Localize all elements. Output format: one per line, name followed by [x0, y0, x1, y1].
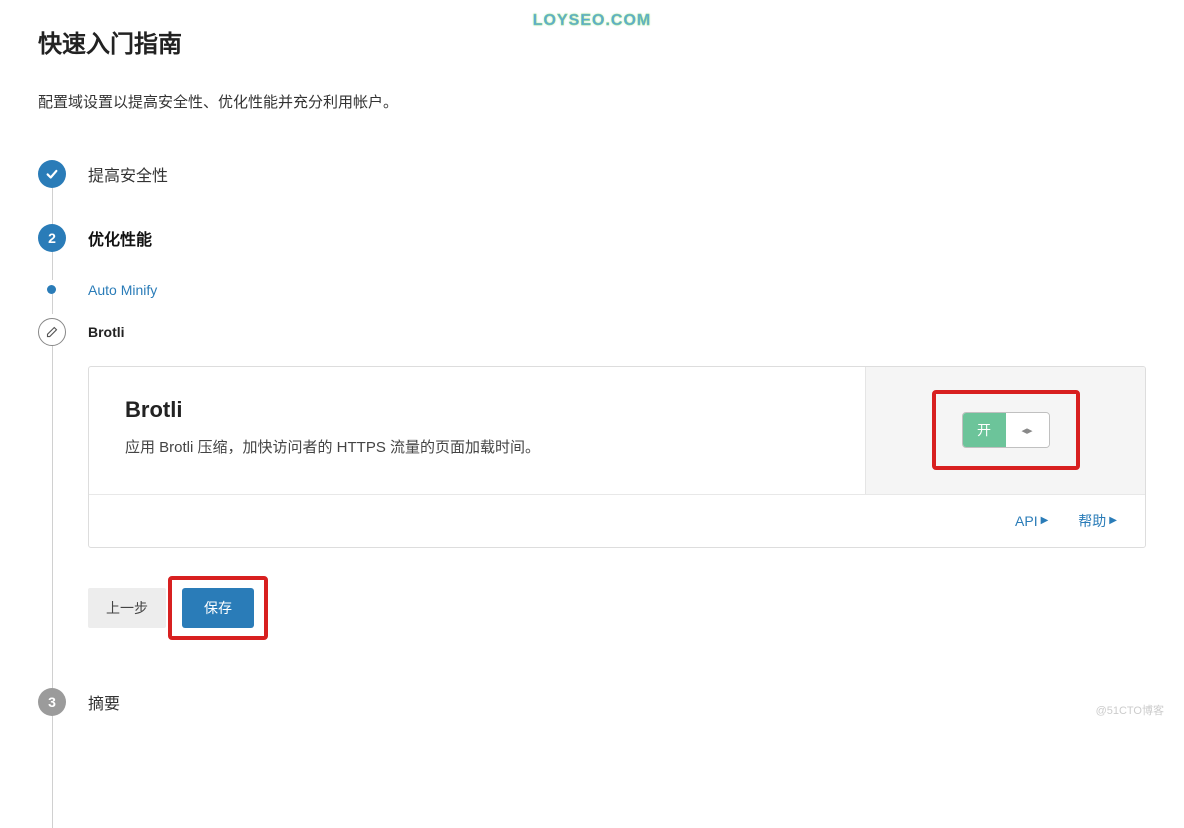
step-number-icon: 2: [38, 224, 66, 252]
dot-icon: [38, 276, 66, 304]
substep-auto-minify-label: Auto Minify: [88, 282, 157, 298]
card-description: 应用 Brotli 压缩，加快访问者的 HTTPS 流量的页面加载时间。: [125, 437, 829, 460]
step-number-icon: 3: [38, 688, 66, 716]
toggle-highlight-box: 开 ◂▸: [932, 390, 1080, 470]
check-icon: [38, 160, 66, 188]
toggle-on-label: 开: [963, 413, 1006, 447]
caret-right-icon: ▶: [1041, 515, 1049, 526]
substep-auto-minify[interactable]: Auto Minify: [38, 276, 1146, 304]
brotli-toggle[interactable]: 开 ◂▸: [962, 412, 1050, 448]
card-title: Brotli: [125, 397, 829, 423]
step-performance[interactable]: 2 优化性能: [38, 224, 1146, 252]
watermark-top: LOYSEO.COM: [533, 12, 651, 30]
help-link[interactable]: 帮助 ▶: [1078, 511, 1117, 531]
help-link-label: 帮助: [1078, 511, 1106, 531]
brotli-card: Brotli 应用 Brotli 压缩，加快访问者的 HTTPS 流量的页面加载…: [88, 366, 1146, 548]
substep-brotli-label: Brotli: [88, 324, 125, 340]
prev-button[interactable]: 上一步: [88, 588, 166, 628]
api-link[interactable]: API ▶: [1015, 511, 1048, 531]
step-performance-label: 优化性能: [88, 226, 152, 250]
save-highlight-box: 保存: [168, 576, 268, 640]
toggle-handle-icon: ◂▸: [1006, 413, 1049, 447]
substep-brotli[interactable]: Brotli: [38, 318, 1146, 346]
caret-right-icon: ▶: [1109, 515, 1117, 526]
step-summary-label: 摘要: [88, 690, 120, 714]
save-button[interactable]: 保存: [182, 588, 254, 628]
step-summary[interactable]: 3 摘要: [38, 688, 1146, 716]
page-subtitle: 配置域设置以提高安全性、优化性能并充分利用帐户。: [38, 91, 1146, 112]
pencil-icon: [38, 318, 66, 346]
step-security-label: 提高安全性: [88, 162, 168, 186]
api-link-label: API: [1015, 513, 1038, 529]
step-security[interactable]: 提高安全性: [38, 160, 1146, 188]
step-connector: [52, 326, 53, 828]
step-connector: [52, 188, 53, 226]
